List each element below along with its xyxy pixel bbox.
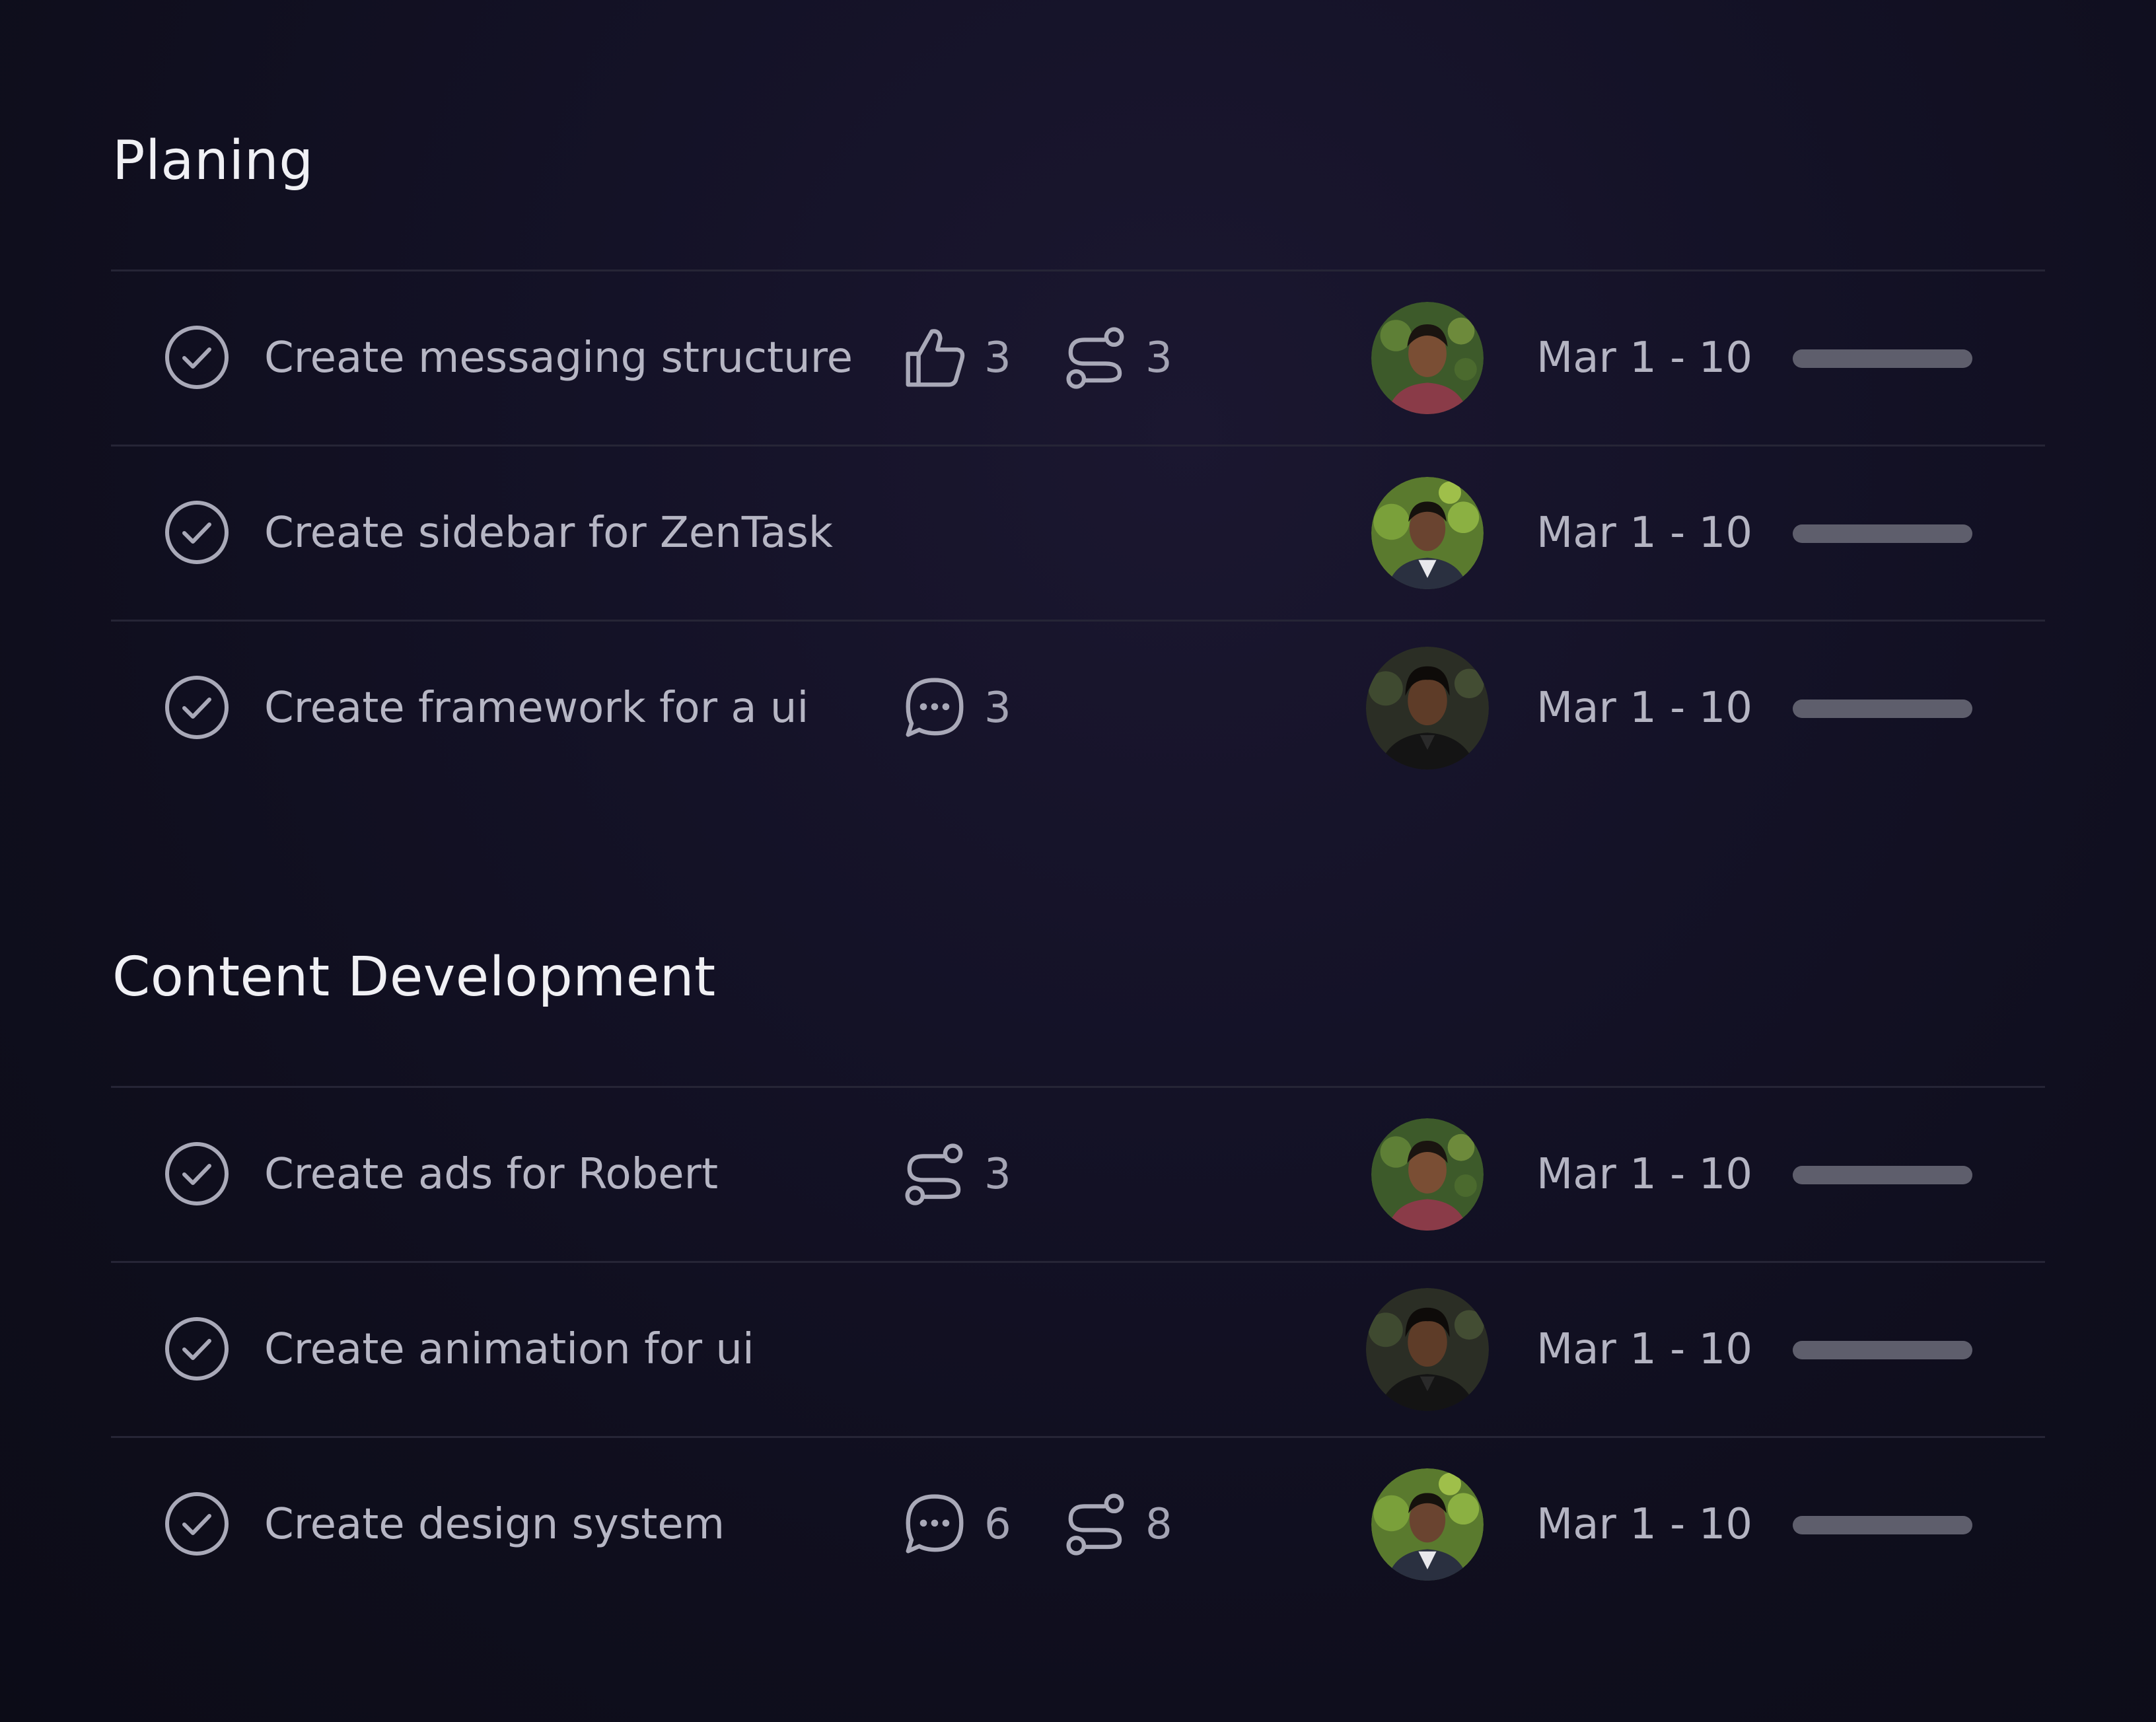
- due-date[interactable]: Mar 1 - 10: [1536, 1438, 1752, 1611]
- task-name[interactable]: Create framework for a ui: [264, 622, 808, 795]
- task-name[interactable]: Create ads for Robert: [264, 1088, 718, 1261]
- comments-count: 3: [984, 684, 1011, 733]
- progress-bar: [1793, 349, 1972, 368]
- due-date[interactable]: Mar 1 - 10: [1536, 1088, 1752, 1261]
- section-title: Planing: [112, 129, 314, 192]
- task-row[interactable]: Create animation for ui Mar 1 - 10: [111, 1263, 2045, 1438]
- due-date[interactable]: Mar 1 - 10: [1536, 1263, 1752, 1436]
- subtask-icon: [900, 1139, 970, 1209]
- comments-counter[interactable]: 3: [900, 622, 1011, 795]
- comment-icon: [900, 673, 970, 743]
- task-name[interactable]: Create design system: [264, 1438, 725, 1611]
- check-circle-icon[interactable]: [164, 499, 230, 565]
- progress-bar: [1793, 1341, 1972, 1359]
- due-date[interactable]: Mar 1 - 10: [1536, 271, 1752, 445]
- check-circle-icon[interactable]: [164, 1141, 230, 1207]
- task-row[interactable]: Create ads for Robert 3 Mar 1 - 10: [111, 1088, 2045, 1263]
- likes-count: 3: [984, 334, 1011, 382]
- check-circle-icon[interactable]: [164, 1491, 230, 1557]
- task-name[interactable]: Create animation for ui: [264, 1263, 754, 1436]
- progress-bar: [1793, 524, 1972, 543]
- task-row[interactable]: Create framework for a ui 3 Mar 1 - 10: [111, 622, 2045, 797]
- assignee-avatar[interactable]: [1371, 477, 1484, 589]
- likes-counter[interactable]: 3: [900, 271, 1011, 445]
- task-row[interactable]: Create sidebar for ZenTask Mar 1 - 10: [111, 447, 2045, 622]
- due-date[interactable]: Mar 1 - 10: [1536, 447, 1752, 620]
- subtasks-counter[interactable]: 3: [1061, 271, 1172, 445]
- comment-icon: [900, 1489, 970, 1560]
- check-circle-icon[interactable]: [164, 1316, 230, 1382]
- progress-bar: [1793, 700, 1972, 718]
- subtasks-count: 8: [1145, 1500, 1172, 1549]
- comments-count: 6: [984, 1500, 1011, 1549]
- due-date[interactable]: Mar 1 - 10: [1536, 622, 1752, 795]
- task-name[interactable]: Create messaging structure: [264, 271, 853, 445]
- assignee-avatar[interactable]: [1371, 1468, 1484, 1581]
- task-name[interactable]: Create sidebar for ZenTask: [264, 447, 833, 620]
- subtasks-count: 3: [984, 1150, 1011, 1199]
- progress-bar: [1793, 1166, 1972, 1184]
- progress-bar: [1793, 1516, 1972, 1534]
- assignee-avatar[interactable]: [1366, 647, 1489, 770]
- subtask-icon: [1061, 1489, 1131, 1560]
- subtasks-counter[interactable]: 3: [900, 1088, 1011, 1261]
- comments-counter[interactable]: 6: [900, 1438, 1011, 1611]
- assignee-avatar[interactable]: [1371, 302, 1484, 414]
- task-row[interactable]: Create design system 6 8 Mar 1 - 10: [111, 1438, 2045, 1613]
- assignee-avatar[interactable]: [1366, 1288, 1489, 1411]
- subtasks-count: 3: [1145, 334, 1172, 382]
- subtask-icon: [1061, 323, 1131, 393]
- thumbs-up-icon: [900, 323, 970, 393]
- section-title: Content Development: [112, 946, 716, 1009]
- task-row[interactable]: Create messaging structure 3 3 Mar 1 - 1…: [111, 271, 2045, 447]
- check-circle-icon[interactable]: [164, 674, 230, 740]
- subtasks-counter[interactable]: 8: [1061, 1438, 1172, 1611]
- assignee-avatar[interactable]: [1371, 1118, 1484, 1231]
- check-circle-icon[interactable]: [164, 324, 230, 390]
